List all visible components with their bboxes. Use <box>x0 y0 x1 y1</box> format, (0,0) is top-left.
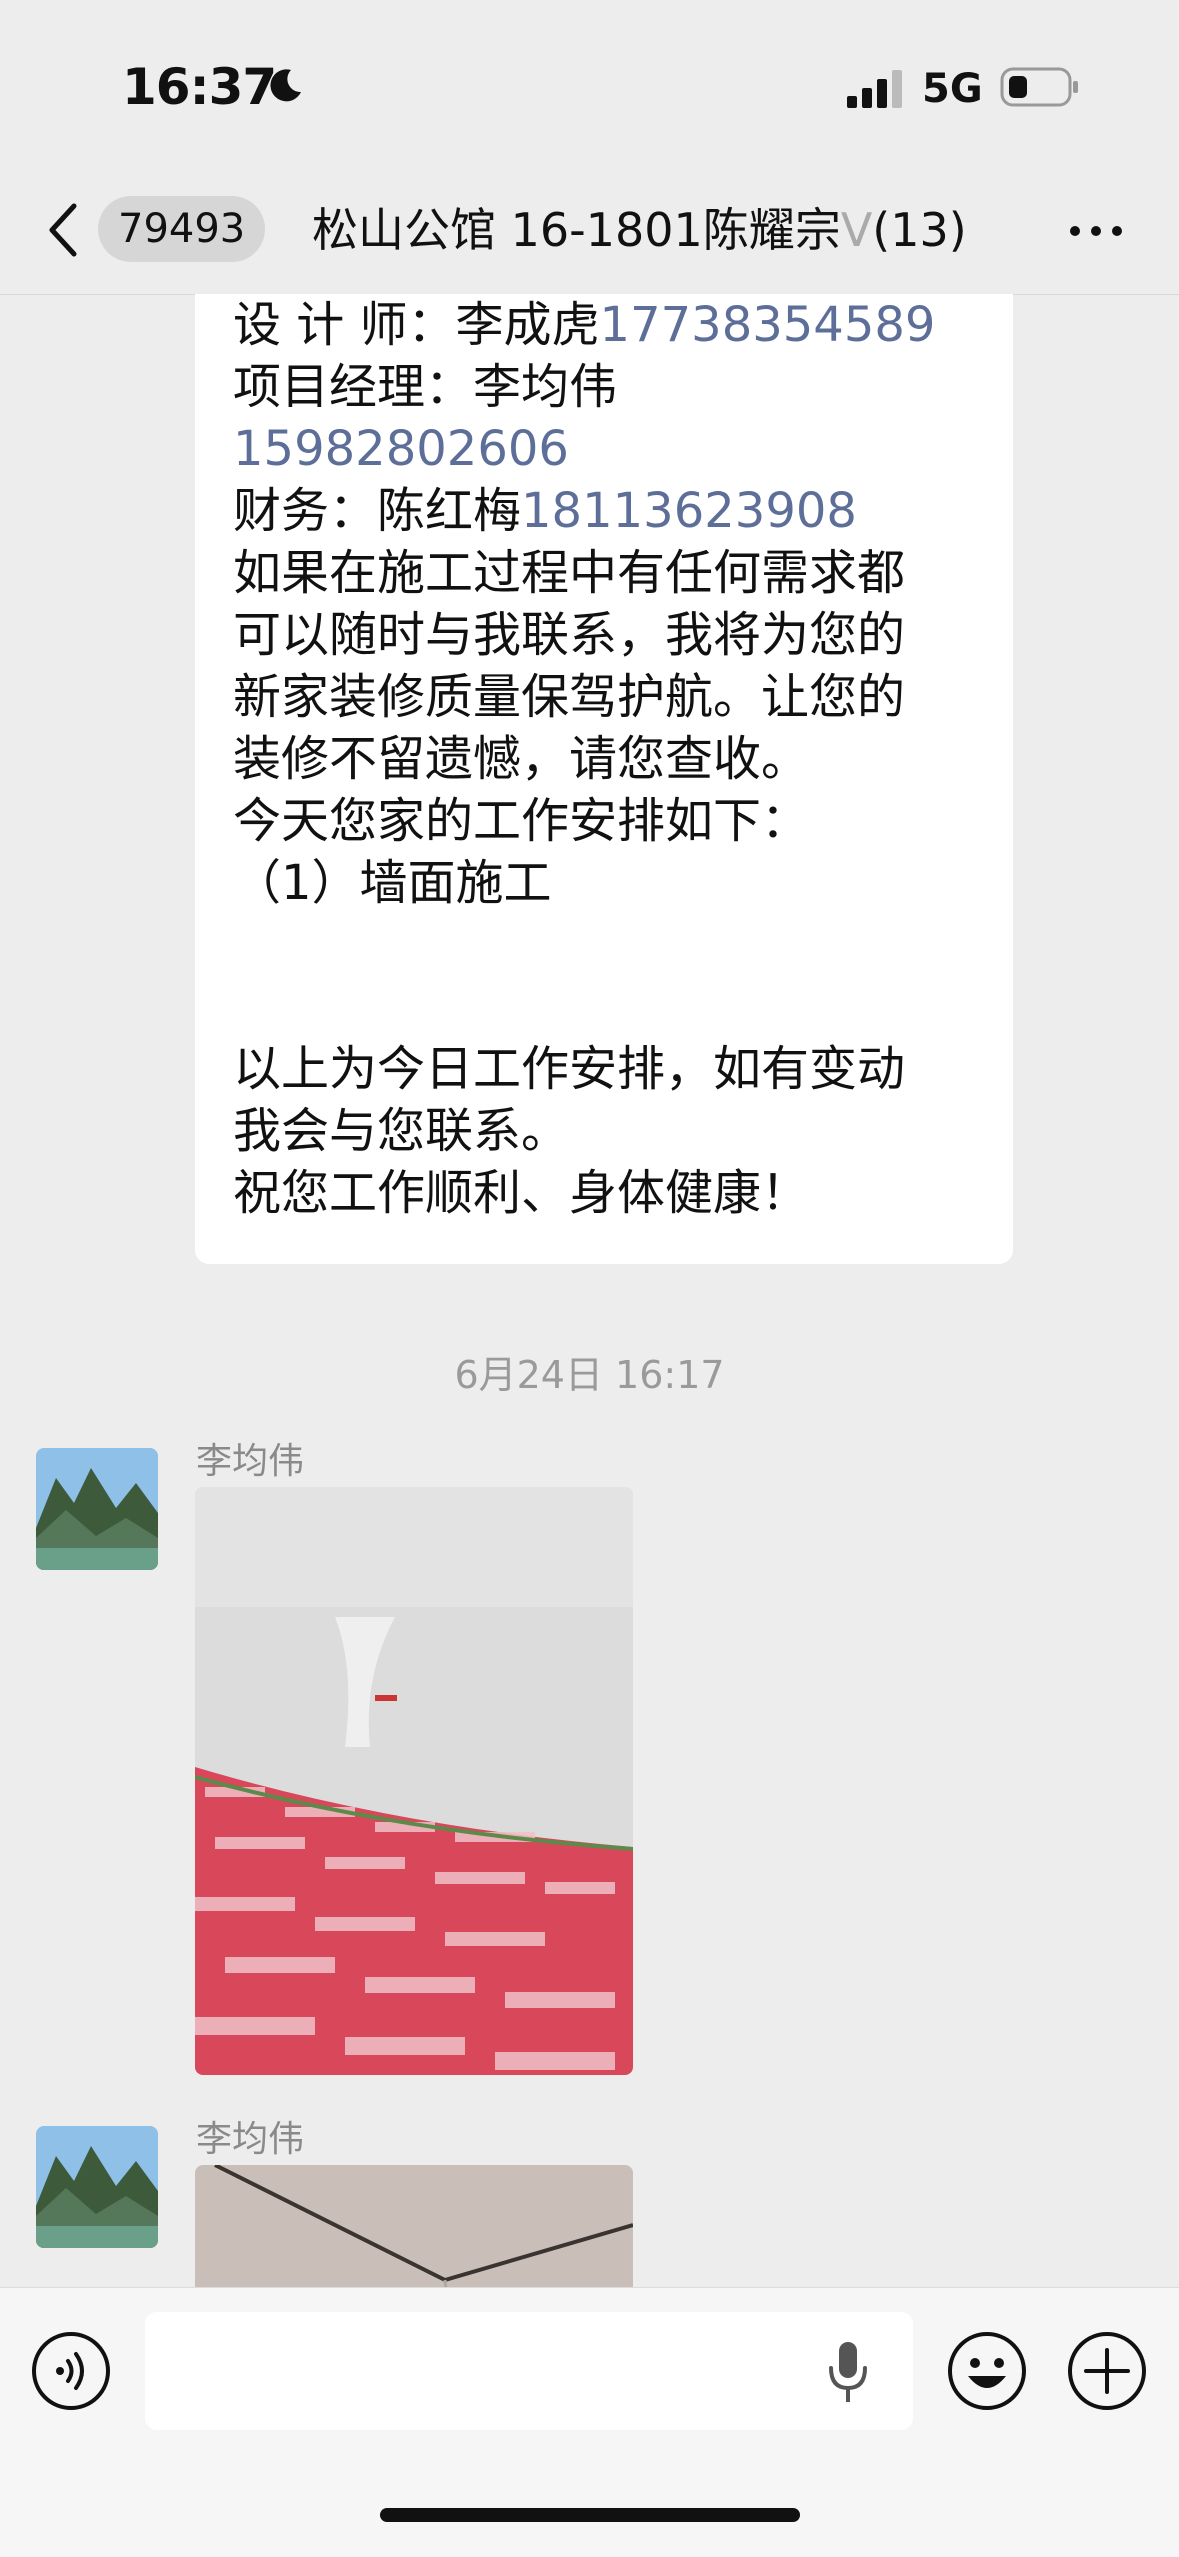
message-input[interactable] <box>145 2312 913 2430</box>
ellipsis-icon[interactable] <box>1068 221 1124 241</box>
signal-icon <box>847 70 902 108</box>
message-line: 祝您工作顺利、身体健康！ <box>233 1165 810 1221</box>
message-line: （1）墙面施工 <box>233 855 552 911</box>
emoji-icon[interactable] <box>946 2330 1028 2412</box>
network-type: 5G <box>922 66 983 112</box>
message-list[interactable]: 设 计 师：李成虎17738354589 项目经理：李均伟 1598280260… <box>0 294 1179 2294</box>
phone-link[interactable]: 17738354589 <box>600 297 936 353</box>
status-bar: 16:37 5G <box>0 0 1179 176</box>
avatar[interactable] <box>36 2126 158 2248</box>
message-line: 可以随时与我联系，我将为您的 <box>233 607 906 663</box>
message-line: 项目经理：李均伟 <box>233 359 618 415</box>
message-timestamp: 6月24日 16:17 <box>454 1353 725 1397</box>
voice-icon[interactable] <box>30 2330 112 2412</box>
message-line: 设 计 师：李成虎17738354589 <box>233 297 936 353</box>
text-message-bubble[interactable]: 设 计 师：李成虎17738354589 项目经理：李均伟 1598280260… <box>195 294 1013 1264</box>
chat-header: 79493 松山公馆 16-1801陈耀宗V(13) <box>0 176 1179 295</box>
status-time: 16:37 <box>122 58 277 116</box>
message-line: 装修不留遗憾，请您查收。 <box>233 731 810 787</box>
message-line: 今天您家的工作安排如下： <box>233 793 810 849</box>
message-line: 如果在施工过程中有任何需求都 <box>233 545 906 601</box>
chat-title[interactable]: 松山公馆 16-1801陈耀宗V(13) <box>312 198 1012 262</box>
message-line: 以上为今日工作安排，如有变动 <box>233 1041 906 1097</box>
avatar[interactable] <box>36 1448 158 1570</box>
input-bar <box>0 2287 1179 2557</box>
sender-name: 李均伟 <box>196 2119 305 2160</box>
phone-link[interactable]: 15982802606 <box>233 418 975 480</box>
plus-icon[interactable] <box>1066 2330 1148 2412</box>
unread-count-badge[interactable]: 79493 <box>98 196 266 262</box>
moon-icon <box>270 69 301 102</box>
message-line: 财务：陈红梅18113623908 <box>233 483 857 539</box>
image-message[interactable] <box>195 1487 633 2075</box>
chat-title-suffix: V <box>840 203 873 257</box>
message-line: 我会与您联系。 <box>233 1103 570 1159</box>
phone-link[interactable]: 18113623908 <box>521 483 857 539</box>
chevron-left-icon[interactable] <box>44 198 84 262</box>
message-line: 新家装修质量保驾护航。让您的 <box>233 669 906 725</box>
microphone-icon[interactable] <box>826 2340 870 2404</box>
sender-name: 李均伟 <box>196 1441 305 1482</box>
home-indicator[interactable] <box>380 2508 800 2522</box>
member-count: (13) <box>872 203 967 257</box>
image-message[interactable] <box>195 2165 633 2294</box>
chat-title-text: 松山公馆 16-1801陈耀宗 <box>312 203 841 257</box>
battery-icon <box>1000 67 1078 107</box>
